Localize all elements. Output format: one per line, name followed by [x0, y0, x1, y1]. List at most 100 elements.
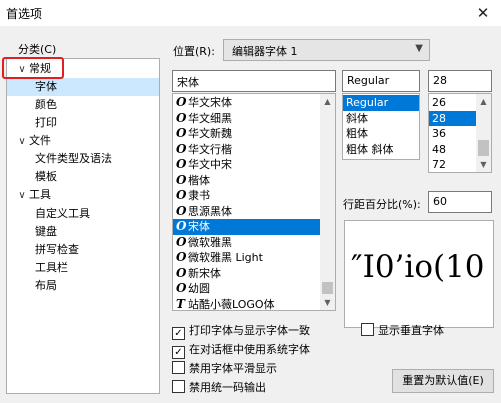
scrollbar-thumb[interactable] — [322, 282, 333, 294]
list-item[interactable]: O 思源黑体 — [173, 204, 320, 220]
list-item-label: 华文宋体 — [188, 96, 232, 109]
list-item-label: 粗体 斜体 — [346, 142, 394, 156]
list-item-label: 26 — [432, 96, 446, 109]
scrollbar[interactable]: ▲ ▼ — [476, 94, 491, 172]
font-style-input[interactable]: Regular — [342, 70, 420, 92]
list-item[interactable]: O 微软雅黑 — [173, 235, 320, 251]
reset-default-button[interactable]: 重置为默认值(E) — [392, 369, 494, 393]
opentype-font-icon: O — [176, 110, 187, 125]
scroll-down-icon[interactable]: ▼ — [476, 157, 491, 172]
tree-item[interactable]: 打印 — [35, 114, 57, 132]
list-item[interactable]: O 新宋体 — [173, 266, 320, 282]
list-item-label: 36 — [432, 127, 446, 140]
chevron-down-icon[interactable]: ∨ — [15, 133, 29, 151]
tree-item[interactable]: 模板 — [35, 168, 57, 186]
option-checkbox[interactable]: ✓ 打印字体与显示字体一致 — [172, 322, 310, 340]
list-item[interactable]: O 楷体 — [173, 173, 320, 189]
title-bar — [0, 0, 501, 26]
list-item[interactable]: O 隶书 — [173, 188, 320, 204]
list-item[interactable]: 48 — [429, 142, 476, 158]
tree-item-label: 字体 — [35, 80, 57, 93]
position-value: 编辑器字体 1 — [232, 45, 298, 58]
tree-item[interactable]: 字体 — [7, 78, 159, 96]
font-list[interactable]: O 华文宋体 O 华文细黑 O 华文新魏 O 华文行楷 O 华文中宋 O 楷体 O 隶书 O 思源黑体 O 宋体 O… — [172, 93, 336, 311]
list-item-label: 幼圆 — [188, 282, 210, 295]
tree-item[interactable]: 颜色 — [35, 96, 57, 114]
list-item[interactable]: 26 — [429, 95, 476, 111]
list-item[interactable]: 72 — [429, 157, 476, 172]
tree-item[interactable]: 布局 — [35, 277, 57, 295]
list-item[interactable]: 36 — [429, 126, 476, 142]
tree-item-label: 工具 — [29, 188, 51, 201]
checkbox-box — [361, 323, 374, 336]
highlight-box — [2, 57, 64, 79]
opentype-font-icon: O — [176, 126, 187, 140]
font-style-list[interactable]: Regular 斜体粗体粗体 斜体 — [342, 93, 420, 160]
list-item[interactable]: Regular — [343, 95, 419, 111]
tree-item[interactable]: 文件类型及语法 — [35, 150, 112, 168]
option-checkbox[interactable]: ✓ 在对话框中使用系统字体 — [172, 341, 310, 359]
scrollbar-thumb[interactable] — [478, 140, 489, 156]
tree-item[interactable]: 自定义工具 — [35, 205, 90, 223]
scroll-up-icon[interactable]: ▲ — [320, 94, 335, 109]
list-item-label: 粗体 — [346, 127, 368, 140]
tree-item[interactable]: 拼写检查 — [35, 241, 79, 259]
tree-item-label: 文件 — [29, 134, 51, 147]
font-name-input[interactable]: 宋体 — [172, 70, 336, 92]
opentype-font-icon: O — [176, 172, 187, 187]
tree-item[interactable]: 键盘 — [35, 223, 57, 241]
option-checkbox[interactable]: 禁用字体平滑显示 — [172, 360, 277, 376]
list-item-label: 微软雅黑 Light — [188, 251, 263, 264]
window-title: 首选项 — [6, 7, 43, 21]
list-item[interactable]: O 华文新魏 — [173, 126, 320, 142]
font-size-list[interactable]: 26 28 36 48 72 ▲ ▼ — [428, 93, 492, 173]
chevron-down-icon[interactable]: ∨ — [15, 187, 29, 205]
font-size-input[interactable]: 28 — [428, 70, 492, 92]
list-item[interactable]: O 华文细黑 — [173, 111, 320, 127]
option-checkbox[interactable]: 禁用统一码输出 — [172, 379, 266, 395]
category-label: 分类(C) — [18, 43, 57, 56]
category-tree[interactable]: ∨ 常规 字体 颜色 打印 ∨ 文件 文件类型及语法 模板 ∨ 工具 自定义工具 键盘 拼写检查 工具栏 布局 — [6, 58, 160, 394]
scroll-down-icon[interactable]: ▼ — [320, 295, 335, 310]
list-item-label: 华文细黑 — [188, 111, 232, 125]
list-item[interactable]: 28 — [429, 110, 476, 126]
truetype-font-icon: T — [176, 296, 185, 311]
list-item[interactable]: O 华文宋体 — [173, 95, 320, 111]
opentype-font-icon: O — [176, 95, 187, 109]
position-label: 位置(R): — [173, 45, 215, 58]
opentype-font-icon: O — [176, 203, 187, 218]
option-label: 在对话框中使用系统字体 — [189, 343, 310, 356]
list-item-label: 斜体 — [346, 111, 368, 125]
list-item[interactable]: O 微软雅黑 Light — [173, 250, 320, 266]
tree-item-label: 模板 — [35, 170, 57, 183]
option-label: 打印字体与显示字体一致 — [189, 324, 310, 337]
list-item[interactable]: O 华文中宋 — [173, 157, 320, 173]
font-preview: ″I0’io(10 — [344, 220, 494, 328]
checkmark-icon: ✓ — [172, 346, 185, 359]
opentype-font-icon: O — [176, 188, 187, 202]
tree-item-label: 颜色 — [35, 98, 57, 111]
list-item[interactable]: 斜体 — [343, 111, 419, 127]
preview-text: ″I0’io(10 — [351, 249, 485, 285]
option-label: 禁用统一码输出 — [189, 381, 266, 394]
close-button[interactable]: ✕ — [465, 0, 501, 26]
tree-item[interactable]: ∨ 工具 — [15, 186, 51, 204]
list-item[interactable]: O 幼圆 — [173, 281, 320, 297]
list-item[interactable]: T 站酷小薇LOGO体 — [173, 296, 320, 311]
vertical-font-checkbox[interactable]: 显示垂直字体 — [361, 322, 444, 338]
list-item[interactable]: 粗体 — [343, 126, 419, 142]
scrollbar[interactable]: ▲ ▼ — [320, 94, 335, 310]
list-item[interactable]: O 华文行楷 — [173, 142, 320, 158]
list-item-label: 楷体 — [188, 173, 210, 187]
list-item[interactable]: O 宋体 — [173, 219, 320, 235]
line-spacing-input[interactable]: 60 — [428, 191, 492, 213]
tree-item-label: 打印 — [35, 116, 57, 129]
tree-item-label: 工具栏 — [35, 261, 68, 274]
list-item-label: 48 — [432, 142, 446, 156]
tree-item[interactable]: 工具栏 — [35, 259, 68, 277]
opentype-font-icon: O — [176, 157, 187, 171]
list-item[interactable]: 粗体 斜体 — [343, 142, 419, 158]
position-dropdown[interactable]: 编辑器字体 1 ▼ — [223, 39, 430, 61]
scroll-up-icon[interactable]: ▲ — [476, 94, 491, 109]
tree-item[interactable]: ∨ 文件 — [15, 132, 51, 150]
